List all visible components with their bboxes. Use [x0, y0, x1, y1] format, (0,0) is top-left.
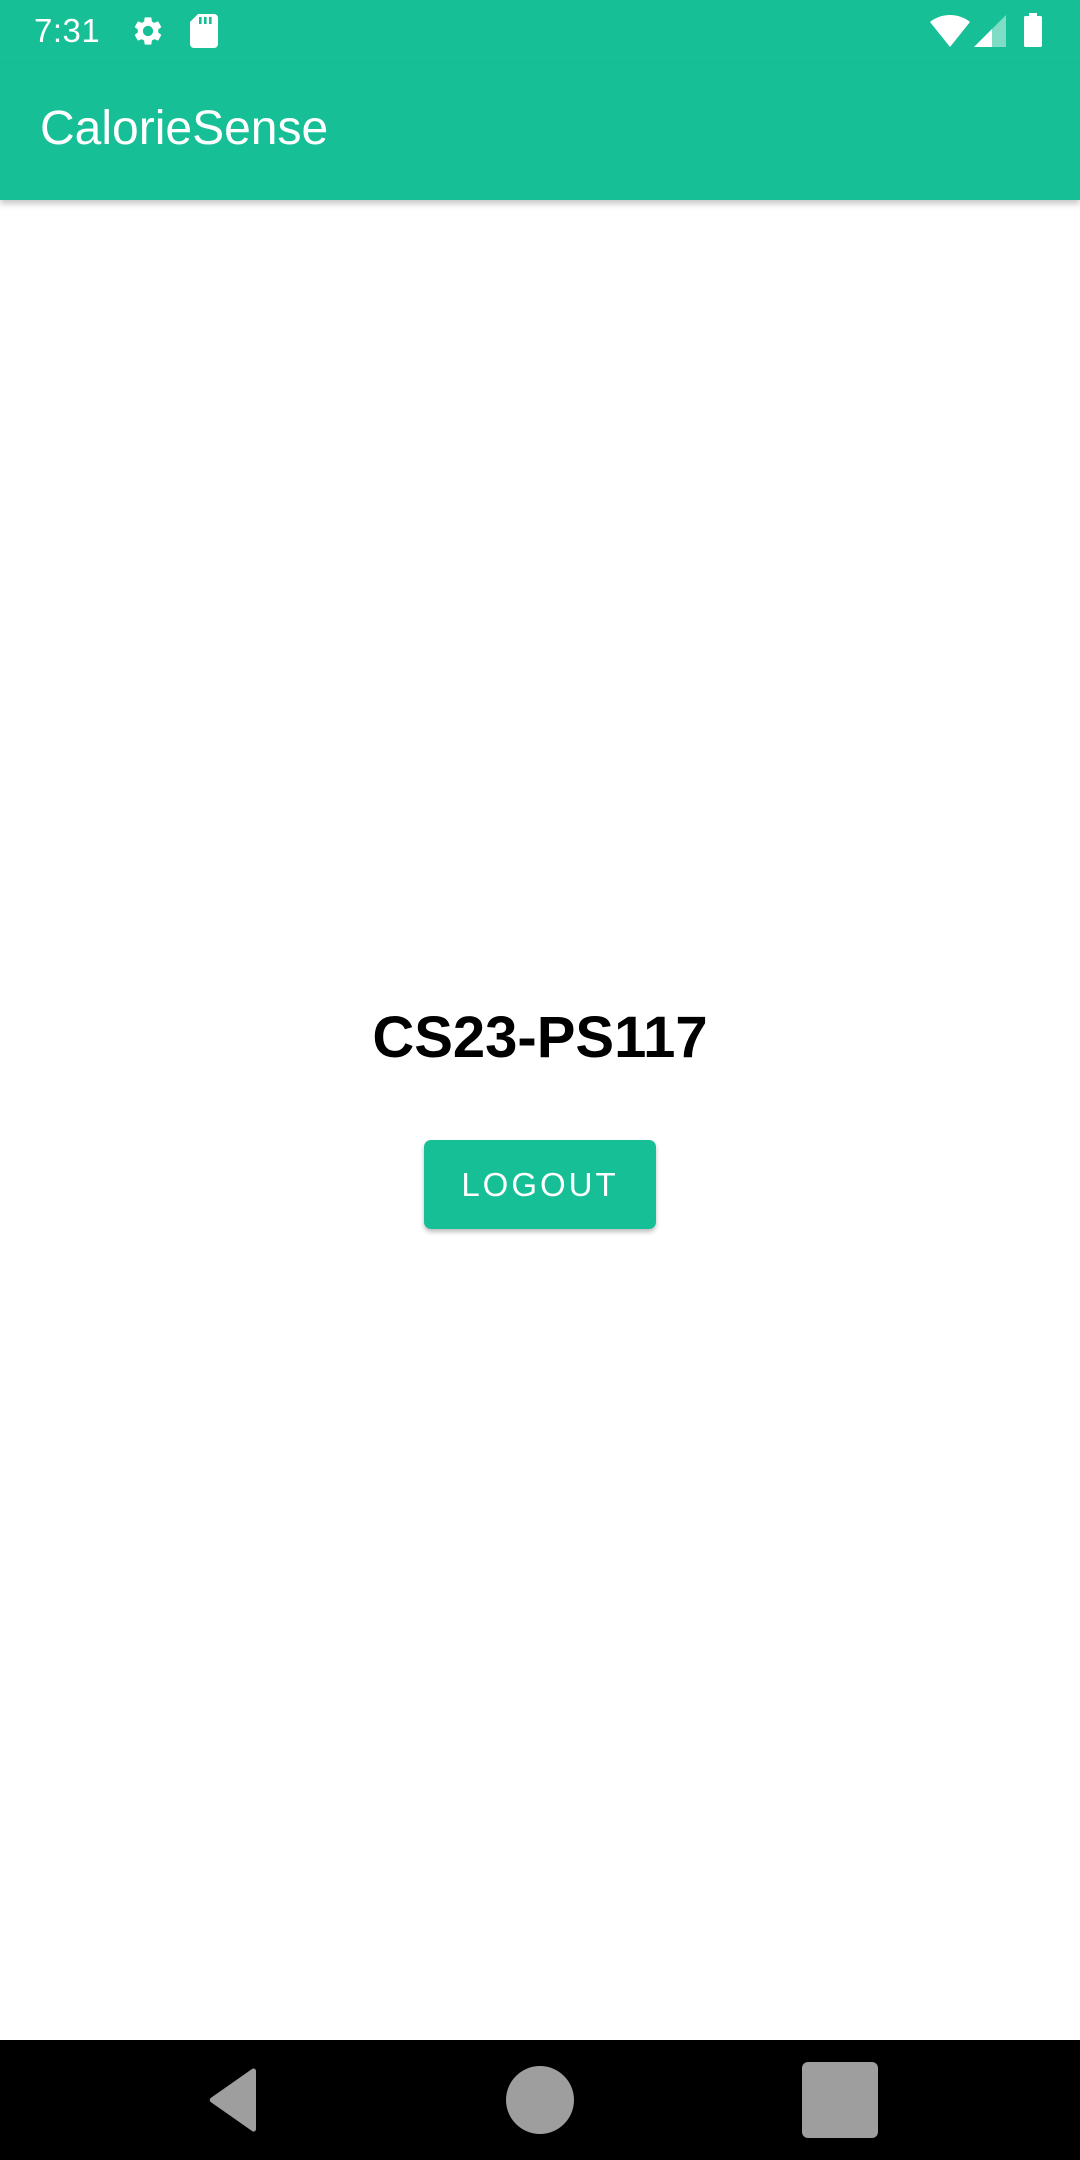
status-bar: 7:31 — [0, 0, 1080, 63]
back-icon[interactable] — [198, 2060, 278, 2140]
battery-icon — [1024, 13, 1042, 47]
app-bar: CalorieSense — [0, 63, 1080, 200]
app-title: CalorieSense — [40, 102, 329, 155]
home-icon[interactable] — [500, 2060, 580, 2140]
wifi-icon — [930, 15, 970, 47]
sd-card-icon — [190, 14, 218, 48]
status-time: 7:31 — [34, 12, 101, 49]
screen: 7:31 CalorieSense CS23-PS117 LOGOUT — [0, 0, 1080, 2160]
logout-button[interactable]: LOGOUT — [424, 1140, 656, 1229]
signal-icon — [974, 15, 1006, 47]
navigation-bar — [0, 2040, 1080, 2160]
gear-icon — [134, 17, 162, 45]
recents-icon[interactable] — [800, 2060, 880, 2140]
page-title: CS23-PS117 — [372, 1005, 708, 1070]
